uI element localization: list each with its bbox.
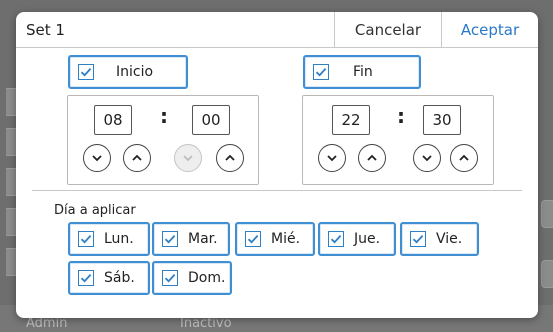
day-label: Lun. xyxy=(104,231,134,247)
day-checkbox-thu[interactable]: Jue. xyxy=(318,222,396,256)
time-separator: : xyxy=(160,104,168,128)
cancel-button[interactable]: Cancelar xyxy=(334,12,441,48)
end-hour-up-button[interactable] xyxy=(358,144,386,172)
chevron-down-icon xyxy=(183,155,193,162)
start-minute-field[interactable]: 00 xyxy=(192,105,230,135)
bg-list-item xyxy=(541,260,553,288)
bg-status-text: Inactivo xyxy=(180,316,232,331)
end-time-panel: 22 : 30 xyxy=(302,95,494,185)
day-label: Sáb. xyxy=(104,270,135,286)
chevron-down-icon xyxy=(327,155,337,162)
end-minute-down-button[interactable] xyxy=(413,144,441,172)
start-minute-up-button[interactable] xyxy=(216,144,244,172)
check-icon xyxy=(328,231,344,247)
day-checkbox-tue[interactable]: Mar. xyxy=(152,222,230,256)
end-hour-field[interactable]: 22 xyxy=(332,105,370,135)
check-icon xyxy=(410,231,426,247)
check-icon xyxy=(78,270,94,286)
end-minute-field[interactable]: 30 xyxy=(423,105,461,135)
day-label: Dom. xyxy=(188,270,226,286)
end-checkbox[interactable]: Fin xyxy=(303,55,421,89)
dialog-title: Set 1 xyxy=(26,21,65,39)
start-minute-down-button[interactable] xyxy=(174,144,202,172)
day-checkbox-sun[interactable]: Dom. xyxy=(152,261,232,295)
day-checkbox-mon[interactable]: Lun. xyxy=(68,222,150,256)
check-icon xyxy=(162,270,178,286)
chevron-up-icon xyxy=(367,154,377,161)
days-section-label: Día a aplicar xyxy=(54,203,136,218)
bg-user-name: Admin xyxy=(26,316,68,331)
day-label: Jue. xyxy=(354,231,381,247)
end-minute-up-button[interactable] xyxy=(450,144,478,172)
check-icon xyxy=(245,231,261,247)
start-label: Inicio xyxy=(116,64,154,80)
time-separator: : xyxy=(397,104,405,128)
check-icon xyxy=(162,231,178,247)
day-label: Mar. xyxy=(188,231,218,247)
section-divider xyxy=(32,190,522,191)
set-dialog: Set 1 Cancelar Aceptar Inicio Fin 08 : 0… xyxy=(16,12,538,318)
bg-list-item xyxy=(541,200,553,228)
start-time-panel: 08 : 00 xyxy=(67,95,259,185)
day-checkbox-sat[interactable]: Sáb. xyxy=(68,261,150,295)
day-label: Mié. xyxy=(271,231,301,247)
end-hour-down-button[interactable] xyxy=(318,144,346,172)
chevron-up-icon xyxy=(459,154,469,161)
end-label: Fin xyxy=(353,64,373,80)
day-checkbox-wed[interactable]: Mié. xyxy=(235,222,315,256)
chevron-up-icon xyxy=(225,154,235,161)
chevron-down-icon xyxy=(422,155,432,162)
check-icon xyxy=(313,64,329,80)
start-hour-down-button[interactable] xyxy=(83,144,111,172)
accept-button[interactable]: Aceptar xyxy=(441,12,538,48)
day-label: Vie. xyxy=(436,231,463,247)
chevron-down-icon xyxy=(92,155,102,162)
start-hour-up-button[interactable] xyxy=(123,144,151,172)
chevron-up-icon xyxy=(132,154,142,161)
start-hour-field[interactable]: 08 xyxy=(94,105,132,135)
day-checkbox-fri[interactable]: Vie. xyxy=(400,222,479,256)
check-icon xyxy=(78,64,94,80)
start-checkbox[interactable]: Inicio xyxy=(68,55,188,89)
dialog-header: Set 1 Cancelar Aceptar xyxy=(16,12,538,48)
check-icon xyxy=(78,231,94,247)
